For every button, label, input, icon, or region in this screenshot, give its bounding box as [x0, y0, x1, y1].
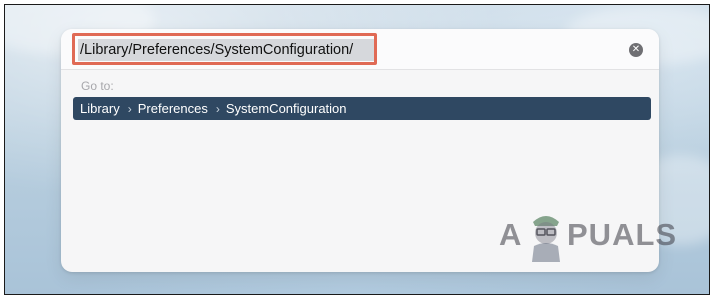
watermark-letter-a: A: [499, 217, 523, 252]
chevron-right-icon: ›: [215, 101, 220, 116]
path-input-row: ✕: [61, 29, 659, 70]
crumb-library: Library: [80, 101, 120, 116]
path-suggestion-row[interactable]: Library › Preferences › SystemConfigurat…: [73, 97, 651, 120]
mascot-icon: [532, 216, 560, 262]
screenshot-frame: ✕ Go to: Library › Preferences › SystemC…: [4, 4, 710, 295]
crumb-preferences: Preferences: [137, 101, 208, 116]
goto-label: Go to:: [81, 79, 114, 93]
watermark-text: PUALS: [567, 217, 678, 252]
chevron-right-icon: ›: [127, 101, 132, 116]
crumb-systemconfiguration: SystemConfiguration: [225, 101, 347, 116]
xmark-circle-icon[interactable]: ✕: [629, 43, 643, 57]
annotation-highlight-box: [72, 33, 377, 65]
appuals-watermark: A PUALS: [499, 208, 689, 268]
